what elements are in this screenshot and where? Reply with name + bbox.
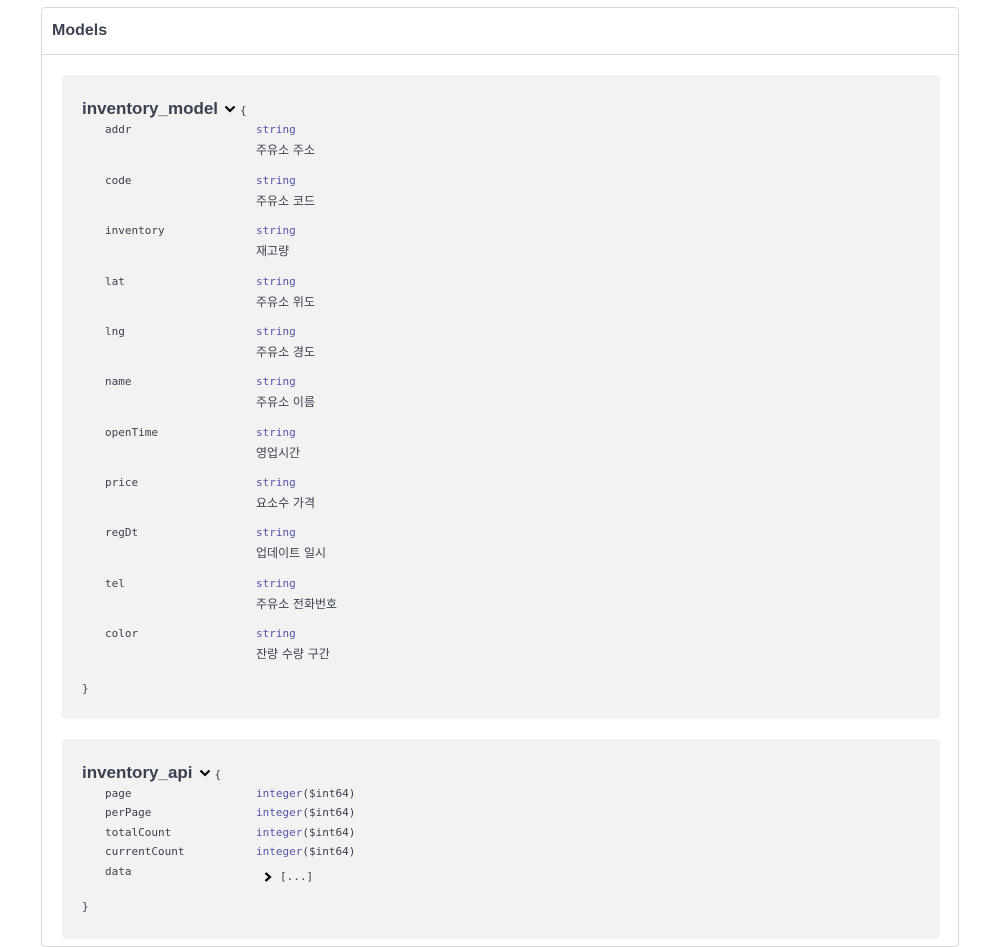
property-description: 잔량 수량 구간 xyxy=(256,647,330,661)
property-name: inventory xyxy=(105,224,165,237)
property-type: integer($int64) xyxy=(256,826,355,839)
property-description: 주유소 전화번호 xyxy=(256,597,338,611)
type-format: ($int64) xyxy=(302,826,356,839)
model-name[interactable]: inventory_model xyxy=(82,99,218,119)
property-type: string xyxy=(256,325,296,338)
array-expand-toggle[interactable]: [...] xyxy=(264,870,313,883)
open-brace: { xyxy=(240,104,247,117)
property-name: color xyxy=(105,627,139,640)
property-name: perPage xyxy=(105,806,152,819)
property-type: string xyxy=(256,275,296,288)
property-name: currentCount xyxy=(105,845,185,858)
chevron-down-icon[interactable] xyxy=(224,99,236,118)
property-description: 주유소 이름 xyxy=(256,395,316,409)
property-description: 요소수 가격 xyxy=(256,496,316,510)
models-section: Models inventory_model { addr string 주유소… xyxy=(41,7,959,947)
model-inventory-api: inventory_api { page integer($int64) per… xyxy=(62,739,940,939)
type-name: integer xyxy=(256,806,303,819)
property-description: 재고량 xyxy=(256,244,290,258)
property-name: regDt xyxy=(105,526,139,539)
property-name: data xyxy=(105,865,132,878)
property-description: 업데이트 일시 xyxy=(256,546,327,560)
property-type: string xyxy=(256,526,296,539)
property-type: string xyxy=(256,174,296,187)
property-name: lng xyxy=(105,325,125,338)
property-name: page xyxy=(105,787,132,800)
property-name: price xyxy=(105,476,139,489)
property-type: string xyxy=(256,627,296,640)
property-description: 주유소 주소 xyxy=(256,143,316,157)
close-brace: } xyxy=(82,900,89,913)
type-name: integer xyxy=(256,787,303,800)
property-type: integer($int64) xyxy=(256,787,355,800)
type-name: integer xyxy=(256,845,303,858)
property-name: totalCount xyxy=(105,826,172,839)
property-type: integer($int64) xyxy=(256,845,355,858)
section-title: Models xyxy=(52,22,108,39)
type-format: ($int64) xyxy=(302,806,356,819)
chevron-right-icon xyxy=(264,871,272,882)
model-header: inventory_api { xyxy=(82,763,221,783)
close-brace: } xyxy=(82,682,89,695)
models-section-header[interactable]: Models xyxy=(42,8,958,55)
chevron-down-icon[interactable] xyxy=(199,763,211,782)
property-name: tel xyxy=(105,577,125,590)
property-type: string xyxy=(256,577,296,590)
model-header: inventory_model { xyxy=(82,99,247,119)
property-description: 주유소 코드 xyxy=(256,194,316,208)
type-name: integer xyxy=(256,826,303,839)
property-name: lat xyxy=(105,275,125,288)
model-name[interactable]: inventory_api xyxy=(82,763,193,783)
property-name: name xyxy=(105,375,132,388)
property-description: 주유소 경도 xyxy=(256,345,316,359)
property-description: 영업시간 xyxy=(256,446,301,460)
open-brace: { xyxy=(214,768,222,781)
property-description: 주유소 위도 xyxy=(256,295,316,309)
property-type: string xyxy=(256,224,296,237)
property-type: integer($int64) xyxy=(256,806,355,819)
type-format: ($int64) xyxy=(302,787,356,800)
property-name: addr xyxy=(105,123,132,136)
type-format: ($int64) xyxy=(302,845,356,858)
property-type: string xyxy=(256,123,296,136)
property-name: code xyxy=(105,174,132,187)
property-type: string xyxy=(256,476,296,489)
property-name: openTime xyxy=(105,426,158,439)
property-type: string xyxy=(256,375,296,388)
array-collapsed-value: [...] xyxy=(280,870,314,883)
property-type: string xyxy=(256,426,296,439)
model-inventory-model: inventory_model { addr string 주유소 주소 cod… xyxy=(62,75,940,719)
